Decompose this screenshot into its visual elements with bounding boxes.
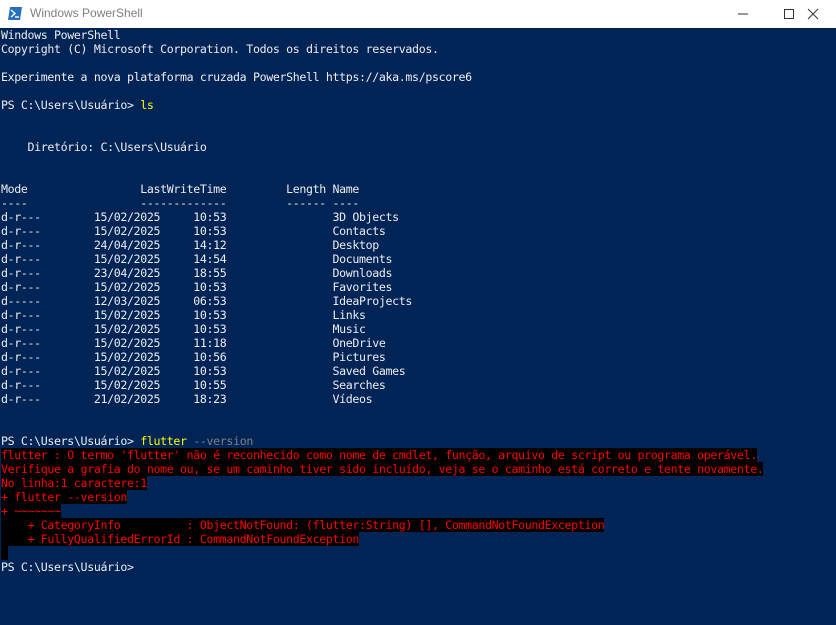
- error-text: flutter : O termo 'flutter' não é reconh…: [1, 448, 757, 462]
- table-row: d-r--- 15/02/2025 10:53 3D Objects: [1, 210, 399, 224]
- banner-line: Windows PowerShell: [1, 28, 121, 42]
- table-row: d-r--- 15/02/2025 10:56 Pictures: [1, 350, 386, 364]
- error-line: + FullyQualifiedErrorId : CommandNotFoun…: [1, 532, 359, 546]
- table-row: d-r--- 24/04/2025 14:12 Desktop: [1, 238, 379, 252]
- table-row: d-r--- 15/02/2025 10:55 Searches: [1, 378, 386, 392]
- error-line: No linha:1 caractere:1: [1, 476, 147, 490]
- directory-line: Diretório: C:\Users\Usuário: [1, 140, 207, 154]
- prompt-line: PS C:\Users\Usuário> ls: [1, 98, 154, 112]
- error-text: + ~~~~~~~: [1, 504, 61, 518]
- banner-line: Experimente a nova plataforma cruzada Po…: [1, 70, 472, 84]
- table-row: d-r--- 15/02/2025 10:53 Links: [1, 308, 366, 322]
- table-row: d-r--- 15/02/2025 14:54 Documents: [1, 252, 393, 266]
- powershell-icon: [8, 7, 22, 20]
- error-line: + CategoryInfo : ObjectNotFound: (flutte…: [1, 518, 605, 532]
- prompt-text: PS C:\Users\Usuário>: [1, 98, 141, 112]
- error-line: + ~~~~~~~: [1, 504, 61, 518]
- error-block-end: [1, 546, 8, 560]
- prompt-text: PS C:\Users\Usuário>: [1, 560, 134, 574]
- prompt-text: PS C:\Users\Usuário>: [1, 434, 141, 448]
- table-header: Mode LastWriteTime Length Name: [1, 182, 360, 196]
- console-output[interactable]: Windows PowerShell Copyright (C) Microso…: [0, 28, 836, 625]
- error-text: No linha:1 caractere:1: [1, 476, 147, 490]
- error-text: + flutter --version: [1, 490, 127, 504]
- error-text: Verifique a grafia do nome ou, se um cam…: [1, 462, 764, 476]
- minimize-icon: [738, 13, 748, 15]
- table-row: d----- 12/03/2025 06:53 IdeaProjects: [1, 294, 413, 308]
- close-button[interactable]: [790, 0, 836, 28]
- prompt-line: PS C:\Users\Usuário> flutter --version: [1, 434, 253, 448]
- table-row: d-r--- 15/02/2025 10:53 Saved Games: [1, 364, 406, 378]
- table-header-underline: ---- ------------- ------ ----: [1, 196, 360, 210]
- error-line: + flutter --version: [1, 490, 127, 504]
- command-text: ls: [140, 98, 154, 112]
- error-line: flutter : O termo 'flutter' não é reconh…: [1, 448, 757, 462]
- close-icon: [807, 8, 819, 20]
- error-line: Verifique a grafia do nome ou, se um cam…: [1, 462, 764, 476]
- window-title: Windows PowerShell: [30, 6, 143, 20]
- table-row: d-r--- 15/02/2025 10:53 Favorites: [1, 280, 393, 294]
- title-bar[interactable]: Windows PowerShell: [0, 0, 836, 28]
- table-row: d-r--- 15/02/2025 11:18 OneDrive: [1, 336, 386, 350]
- command-parameter: --version: [186, 434, 253, 448]
- table-row: d-r--- 15/02/2025 10:53 Contacts: [1, 224, 386, 238]
- table-row: d-r--- 15/02/2025 10:53 Music: [1, 322, 366, 336]
- error-text: + CategoryInfo : ObjectNotFound: (flutte…: [1, 518, 605, 532]
- table-row: d-r--- 21/02/2025 18:23 Vídeos: [1, 392, 373, 406]
- banner-line: Copyright (C) Microsoft Corporation. Tod…: [1, 42, 439, 56]
- table-row: d-r--- 23/04/2025 18:55 Downloads: [1, 266, 393, 280]
- minimize-button[interactable]: [720, 0, 766, 28]
- error-text: + FullyQualifiedErrorId : CommandNotFoun…: [1, 532, 360, 546]
- prompt-line: PS C:\Users\Usuário>: [1, 560, 134, 574]
- command-text: flutter: [140, 434, 187, 448]
